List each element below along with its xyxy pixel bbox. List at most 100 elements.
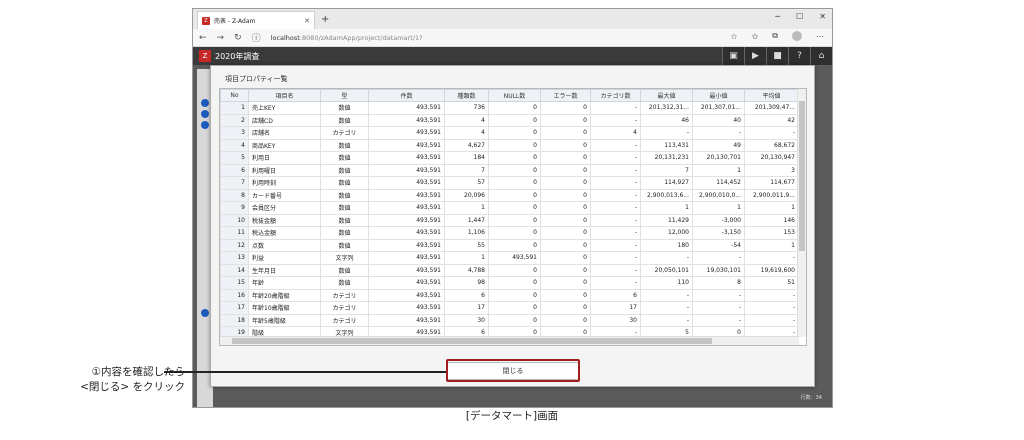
- table-row[interactable]: 8 カード番号 数値 493,591 20,096 0 0-2,900,013,6... 2,…: [220, 188, 799, 202]
- table-cell: -: [590, 188, 641, 202]
- column-header[interactable]: No: [220, 89, 249, 102]
- table-cell: カテゴリ: [320, 301, 369, 315]
- table-row[interactable]: 7 利用時刻 数値 493,591 57 0 0-114,927 114,452 114,677: [220, 176, 799, 190]
- vertical-scroll-thumb[interactable]: [799, 101, 805, 251]
- table-row[interactable]: 17 年齢10歳階級 カテゴリ 493,591 17 0 0 17- - -: [220, 301, 799, 315]
- table-row[interactable]: 3 店舗名 カテゴリ 493,591 4 0 0 4- - -: [220, 126, 799, 140]
- table-cell: 493,591: [368, 176, 445, 190]
- table-cell: -: [590, 101, 641, 115]
- table-row[interactable]: 18 年齢5歳階級 カテゴリ 493,591 30 0 0 30- - -: [220, 313, 799, 327]
- browser-titlebar: Z 売表 - Z-Adam ✕ + ─ ☐ ✕: [193, 9, 832, 29]
- info-icon[interactable]: ⓘ: [252, 31, 261, 44]
- column-header[interactable]: 項目名: [248, 89, 321, 102]
- column-header[interactable]: 種類数: [444, 89, 489, 102]
- help-icon[interactable]: ?: [788, 47, 810, 65]
- reload-icon[interactable]: ↻: [234, 33, 242, 43]
- table-cell: 0: [540, 188, 591, 202]
- table-cell: -: [590, 163, 641, 177]
- browser-tab[interactable]: Z 売表 - Z-Adam ✕: [197, 11, 315, 29]
- window-controls: ─ ☐ ✕: [775, 12, 826, 21]
- window-close-icon[interactable]: ✕: [819, 12, 826, 21]
- table-cell: 数値: [320, 163, 369, 177]
- dialog-title: 項目プロパティ一覧: [225, 75, 288, 83]
- profile-avatar-icon[interactable]: [792, 31, 802, 41]
- column-header[interactable]: 最大値: [640, 89, 693, 102]
- table-cell: 税抜金額: [248, 213, 321, 227]
- collections-icon[interactable]: ⧉: [772, 31, 778, 41]
- save-icon[interactable]: ▣: [722, 47, 744, 65]
- table-cell: 0: [540, 151, 591, 165]
- table-cell: 201,309,47...: [744, 101, 799, 115]
- column-header[interactable]: NULL数: [488, 89, 541, 102]
- table-cell: 15: [220, 276, 249, 290]
- check-icon: [201, 99, 209, 107]
- more-icon[interactable]: ⋯: [816, 32, 824, 41]
- table-row[interactable]: 13 利益 文字列 493,591 1 493,591 0- - - -: [220, 251, 799, 265]
- check-icon: [201, 309, 209, 317]
- table-cell: 114,677: [744, 176, 799, 190]
- horizontal-scroll-thumb[interactable]: [232, 338, 712, 344]
- address-bar: ← → ↻ ⓘ localhost:8080/zAdamApp/project/…: [193, 29, 832, 47]
- table-row[interactable]: 15 年齢 数値 493,591 98 0 0-110 8 51: [220, 276, 799, 290]
- run-icon[interactable]: ▶: [744, 47, 766, 65]
- favorites-icon[interactable]: ✩: [752, 32, 759, 41]
- table-cell: 55: [444, 238, 489, 252]
- table-row[interactable]: 10 税抜金額 数値 493,591 1,447 0 0-11,429 -3,000 146: [220, 213, 799, 227]
- table-cell: 493,591: [368, 251, 445, 265]
- table-row[interactable]: 16 年齢20歳階級 カテゴリ 493,591 6 0 0 6- - -: [220, 288, 799, 302]
- vertical-scrollbar[interactable]: [797, 89, 806, 337]
- table-cell: -: [590, 201, 641, 215]
- table-cell: 0: [540, 113, 591, 127]
- new-tab-icon[interactable]: +: [321, 11, 329, 29]
- table-cell: 0: [488, 213, 541, 227]
- table-cell: 店舗名: [248, 126, 321, 140]
- table-cell: 数値: [320, 238, 369, 252]
- column-header[interactable]: 件数: [368, 89, 445, 102]
- minimize-icon[interactable]: ─: [775, 12, 780, 21]
- table-cell: 0: [488, 176, 541, 190]
- favorite-star-icon[interactable]: ☆: [730, 32, 737, 41]
- table-cell: 113,431: [640, 138, 693, 152]
- table-cell: 年齢5歳階級: [248, 313, 321, 327]
- table-row[interactable]: 4 商品KEY 数値 493,591 4,627 0 0-113,431 49 68,672: [220, 138, 799, 152]
- table-cell: 13: [220, 251, 249, 265]
- table-cell: 年齢10歳階級: [248, 301, 321, 315]
- table-cell: 1: [692, 163, 745, 177]
- back-icon[interactable]: ←: [199, 33, 207, 43]
- table-row[interactable]: 5 利用日 数値 493,591 184 0 0-20,131,231 20,130,701 2…: [220, 151, 799, 165]
- table-cell: 184: [444, 151, 489, 165]
- stop-icon[interactable]: ■: [766, 47, 788, 65]
- table-cell: 6: [220, 163, 249, 177]
- table-cell: カテゴリ: [320, 313, 369, 327]
- table-cell: 0: [540, 213, 591, 227]
- table-cell: 2,900,010,0...: [692, 188, 745, 202]
- column-header[interactable]: 最小値: [692, 89, 745, 102]
- table-cell: -: [744, 301, 799, 315]
- url-field[interactable]: localhost:8080/zAdamApp/project/datamart…: [271, 34, 423, 42]
- table-row[interactable]: 14 生年月日 数値 493,591 4,788 0 0-20,050,101 19,030,…: [220, 263, 799, 277]
- table-cell: 180: [640, 238, 693, 252]
- table-row[interactable]: 11 税込金額 数値 493,591 1,106 0 0-12,000 -3,150 153: [220, 226, 799, 240]
- check-icon: [201, 110, 209, 118]
- table-row[interactable]: 12 点数 数値 493,591 55 0 0-180 -54 1: [220, 238, 799, 252]
- column-header[interactable]: エラー数: [540, 89, 591, 102]
- table-cell: 20,130,701: [692, 151, 745, 165]
- home-icon[interactable]: ⌂: [810, 47, 832, 65]
- table-cell: 1: [444, 201, 489, 215]
- column-header[interactable]: 平均値: [744, 89, 799, 102]
- table-cell: 493,591: [368, 313, 445, 327]
- table-cell: 68,672: [744, 138, 799, 152]
- table-row[interactable]: 1 売上KEY 数値 493,591 736 0 0-201,312,31... 201,30…: [220, 101, 799, 115]
- table-cell: 51: [744, 276, 799, 290]
- table-row[interactable]: 2 店舗CD 数値 493,591 4 0 0-46 40 42: [220, 113, 799, 127]
- tab-close-icon[interactable]: ✕: [304, 17, 310, 25]
- forward-icon[interactable]: →: [217, 33, 225, 43]
- horizontal-scrollbar[interactable]: [220, 336, 799, 345]
- table-cell: 数値: [320, 263, 369, 277]
- column-header[interactable]: カテゴリ数: [590, 89, 641, 102]
- table-row[interactable]: 6 利用曜日 数値 493,591 7 0 0-7 1 3: [220, 163, 799, 177]
- column-header[interactable]: 型: [320, 89, 369, 102]
- maximize-icon[interactable]: ☐: [796, 12, 803, 21]
- table-cell: 18: [220, 313, 249, 327]
- table-row[interactable]: 9 会員区分 数値 493,591 1 0 0-1 1 1: [220, 201, 799, 215]
